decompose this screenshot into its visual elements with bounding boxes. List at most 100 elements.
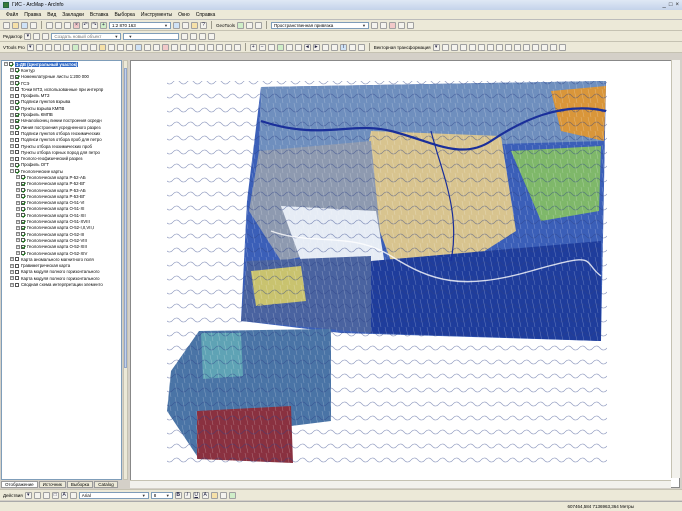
expand-icon[interactable]: + [10, 125, 14, 130]
expand-icon[interactable]: + [10, 282, 14, 287]
expand-icon[interactable]: + [16, 251, 20, 256]
expand-icon[interactable]: + [10, 150, 14, 155]
layer-visibility-checkbox[interactable] [21, 238, 25, 243]
full-extent-icon[interactable] [276, 43, 284, 51]
transform-tool-icon[interactable] [540, 43, 548, 51]
georef-tool-icon[interactable] [407, 21, 415, 29]
expand-icon[interactable]: + [10, 81, 14, 86]
expand-icon[interactable]: + [16, 232, 20, 237]
menu-window[interactable]: Окно [175, 12, 193, 18]
expand-icon[interactable]: + [16, 238, 20, 243]
rotate-tool-icon[interactable] [190, 32, 198, 40]
find-icon[interactable] [348, 43, 356, 51]
measure-icon[interactable] [357, 43, 365, 51]
layer-visibility-checkbox[interactable] [15, 144, 19, 148]
fixed-zoom-out-icon[interactable] [294, 43, 302, 51]
transform-tool-icon[interactable] [486, 43, 494, 51]
layer-visibility-checkbox[interactable] [21, 213, 25, 218]
identify-icon[interactable]: i [339, 43, 347, 51]
vtools-tool-icon[interactable] [161, 43, 169, 51]
layer-visibility-checkbox[interactable] [9, 62, 13, 67]
add-data-icon[interactable]: + [100, 21, 107, 29]
vtools-tool-icon[interactable] [197, 43, 205, 51]
geotools-tool-icon[interactable] [255, 21, 263, 29]
vtools-tool-icon[interactable] [107, 43, 115, 51]
maximize-button[interactable]: □ [669, 2, 673, 8]
expand-icon[interactable]: + [16, 181, 20, 186]
map-display[interactable] [130, 60, 680, 488]
vtools-tool-icon[interactable] [44, 43, 52, 51]
layer-visibility-checkbox[interactable] [15, 74, 19, 79]
menu-view[interactable]: Вид [44, 12, 59, 18]
georef-tool-icon[interactable] [371, 21, 379, 29]
expand-icon[interactable]: + [10, 269, 14, 274]
menu-edit[interactable]: Правка [21, 12, 44, 18]
transform-tool-icon[interactable] [441, 43, 449, 51]
vtools-tool-icon[interactable] [143, 43, 151, 51]
text-icon[interactable]: A [60, 491, 68, 499]
expand-icon[interactable]: + [16, 225, 20, 230]
layer-visibility-checkbox[interactable] [15, 169, 19, 174]
expand-icon[interactable]: + [10, 68, 14, 73]
back-extent-icon[interactable]: ◄ [303, 43, 311, 51]
rectangle-icon[interactable]: □ [51, 491, 59, 499]
vtools-tool-icon[interactable] [170, 43, 178, 51]
transform-tool-icon[interactable] [558, 43, 566, 51]
edit-vertices-icon[interactable] [69, 491, 77, 499]
menu-insert[interactable]: Вставка [87, 12, 112, 18]
font-color-icon[interactable]: A [201, 491, 209, 499]
expand-icon[interactable]: + [16, 194, 20, 199]
drawing-actions-menu[interactable]: Действия [3, 493, 23, 498]
fill-color-icon[interactable] [210, 491, 218, 499]
layer-visibility-checkbox[interactable] [21, 244, 25, 249]
chevron-down-icon[interactable]: ▾ [432, 43, 440, 51]
layer-visibility-checkbox[interactable] [15, 263, 19, 268]
chevron-down-icon[interactable]: ▾ [24, 491, 32, 499]
layer-visibility-checkbox[interactable] [15, 106, 19, 111]
layer-visibility-checkbox[interactable] [21, 181, 25, 186]
menu-bookmarks[interactable]: Закладки [59, 12, 87, 18]
expand-icon[interactable]: + [16, 175, 20, 180]
layer-visibility-checkbox[interactable] [15, 156, 19, 161]
menu-tools[interactable]: Инструменты [138, 12, 175, 18]
transform-tool-icon[interactable] [477, 43, 485, 51]
layer-visibility-checkbox[interactable] [21, 175, 25, 180]
expand-icon[interactable]: + [10, 74, 14, 79]
attributes-icon[interactable] [199, 32, 207, 40]
expand-icon[interactable]: + [16, 188, 20, 193]
task-combo[interactable]: Создать новый объект ▼ [51, 32, 122, 40]
expand-icon[interactable]: + [10, 87, 14, 92]
expand-icon[interactable]: + [16, 213, 20, 218]
delete-icon[interactable]: × [73, 21, 80, 29]
menu-help[interactable]: Справка [193, 12, 219, 18]
tab-selection[interactable]: Выборка [66, 481, 94, 488]
layer-visibility-checkbox[interactable] [15, 162, 19, 167]
menu-selection[interactable]: Выборка [111, 12, 137, 18]
select-elements-icon[interactable] [330, 43, 338, 51]
editor-toolbar-icon[interactable] [173, 21, 180, 29]
transform-tool-icon[interactable] [549, 43, 557, 51]
toc-scrollbar[interactable] [123, 60, 128, 480]
layer-visibility-checkbox[interactable] [21, 194, 25, 199]
expand-icon[interactable]: + [10, 144, 14, 148]
tab-catalog[interactable]: Catalog [94, 481, 118, 488]
expand-icon[interactable]: + [10, 263, 14, 268]
vtools-tool-icon[interactable] [152, 43, 160, 51]
vtools-tool-icon[interactable] [233, 43, 241, 51]
rotate-icon[interactable] [42, 491, 50, 499]
cut-icon[interactable] [46, 21, 53, 29]
paste-icon[interactable] [64, 21, 71, 29]
expand-icon[interactable]: + [10, 131, 14, 136]
layer-visibility-checkbox[interactable] [15, 68, 19, 73]
layer-visibility-checkbox[interactable] [15, 137, 19, 142]
layer-visibility-checkbox[interactable] [21, 251, 25, 256]
expand-icon[interactable]: + [10, 137, 14, 142]
georeferencing-combo[interactable]: Пространственная привязка ▼ [271, 21, 370, 29]
layer-visibility-checkbox[interactable] [15, 269, 19, 274]
select-features-icon[interactable] [321, 43, 329, 51]
transform-tool-icon[interactable] [522, 43, 530, 51]
vtools-tool-icon[interactable] [116, 43, 124, 51]
arctoolbox-icon[interactable] [182, 21, 189, 29]
vtools-label[interactable]: VTools Pro [3, 45, 25, 50]
layer-visibility-checkbox[interactable] [15, 93, 19, 98]
